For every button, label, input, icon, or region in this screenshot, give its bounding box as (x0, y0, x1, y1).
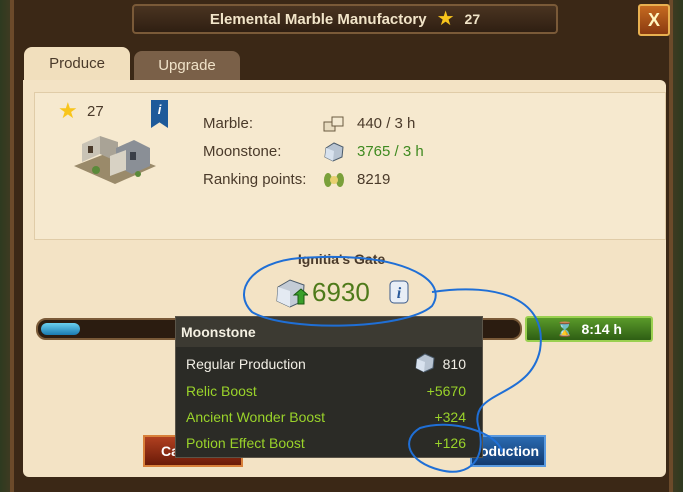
tooltip-row-label: Relic Boost (186, 383, 257, 399)
hourglass-icon: ⌛ (556, 320, 574, 337)
time-left: 8:14 h (581, 321, 622, 337)
tooltip-row-value: 810 (442, 356, 466, 372)
progress-fill (41, 323, 80, 335)
tab-produce[interactable]: Produce (24, 47, 130, 80)
star-icon: ★ (436, 8, 455, 30)
tooltip-row-label: Regular Production (186, 356, 306, 372)
production-progress-bar (36, 318, 186, 340)
marble-icon (323, 116, 344, 132)
close-button[interactable]: X (638, 4, 670, 36)
tooltip-row-value: +324 (434, 409, 466, 425)
tooltip-row-value: +126 (434, 435, 466, 451)
svg-text:i: i (397, 285, 402, 302)
gate-name: Ignitia's Gate (297, 251, 386, 267)
ranking-laurel-icon (324, 173, 344, 187)
stat-label: Ranking points: (203, 171, 307, 188)
stat-value: 3765 / 3 h (357, 143, 424, 160)
window-title: Elemental Marble Manufactory (209, 10, 427, 28)
scroll-info-icon[interactable]: i (386, 278, 412, 306)
moonstone-icon (324, 142, 344, 162)
building-level: 27 (464, 11, 481, 27)
tooltip-title: Moonstone (181, 324, 256, 340)
tab-upgrade[interactable]: Upgrade (134, 51, 240, 80)
title-bar: Elemental Marble Manufactory ★ 27 (132, 4, 558, 34)
stat-value: 8219 (357, 171, 391, 188)
tooltip-row-label: Potion Effect Boost (186, 435, 305, 451)
moonstone-icon (415, 353, 435, 373)
production-label: oduction (480, 443, 540, 459)
gate-production-value: 6930 (312, 277, 370, 307)
stat-label: Marble: (203, 115, 254, 132)
building-level-label: 27 (87, 103, 104, 120)
stat-value: 440 / 3 h (357, 115, 416, 132)
tooltip-row-value: +5670 (426, 383, 466, 399)
tooltip-row-label: Ancient Wonder Boost (186, 409, 326, 425)
moonstone-tooltip: Moonstone Regular Production 810 Relic B… (175, 316, 483, 458)
level-star-icon: ★ (58, 98, 78, 123)
building-image (74, 136, 156, 184)
moonstone-upgrade-icon (276, 279, 308, 308)
finish-now-button[interactable]: ⌛ 8:14 h (525, 316, 653, 342)
progress-bar-end (478, 318, 522, 340)
stat-label: Moonstone: (203, 143, 282, 160)
